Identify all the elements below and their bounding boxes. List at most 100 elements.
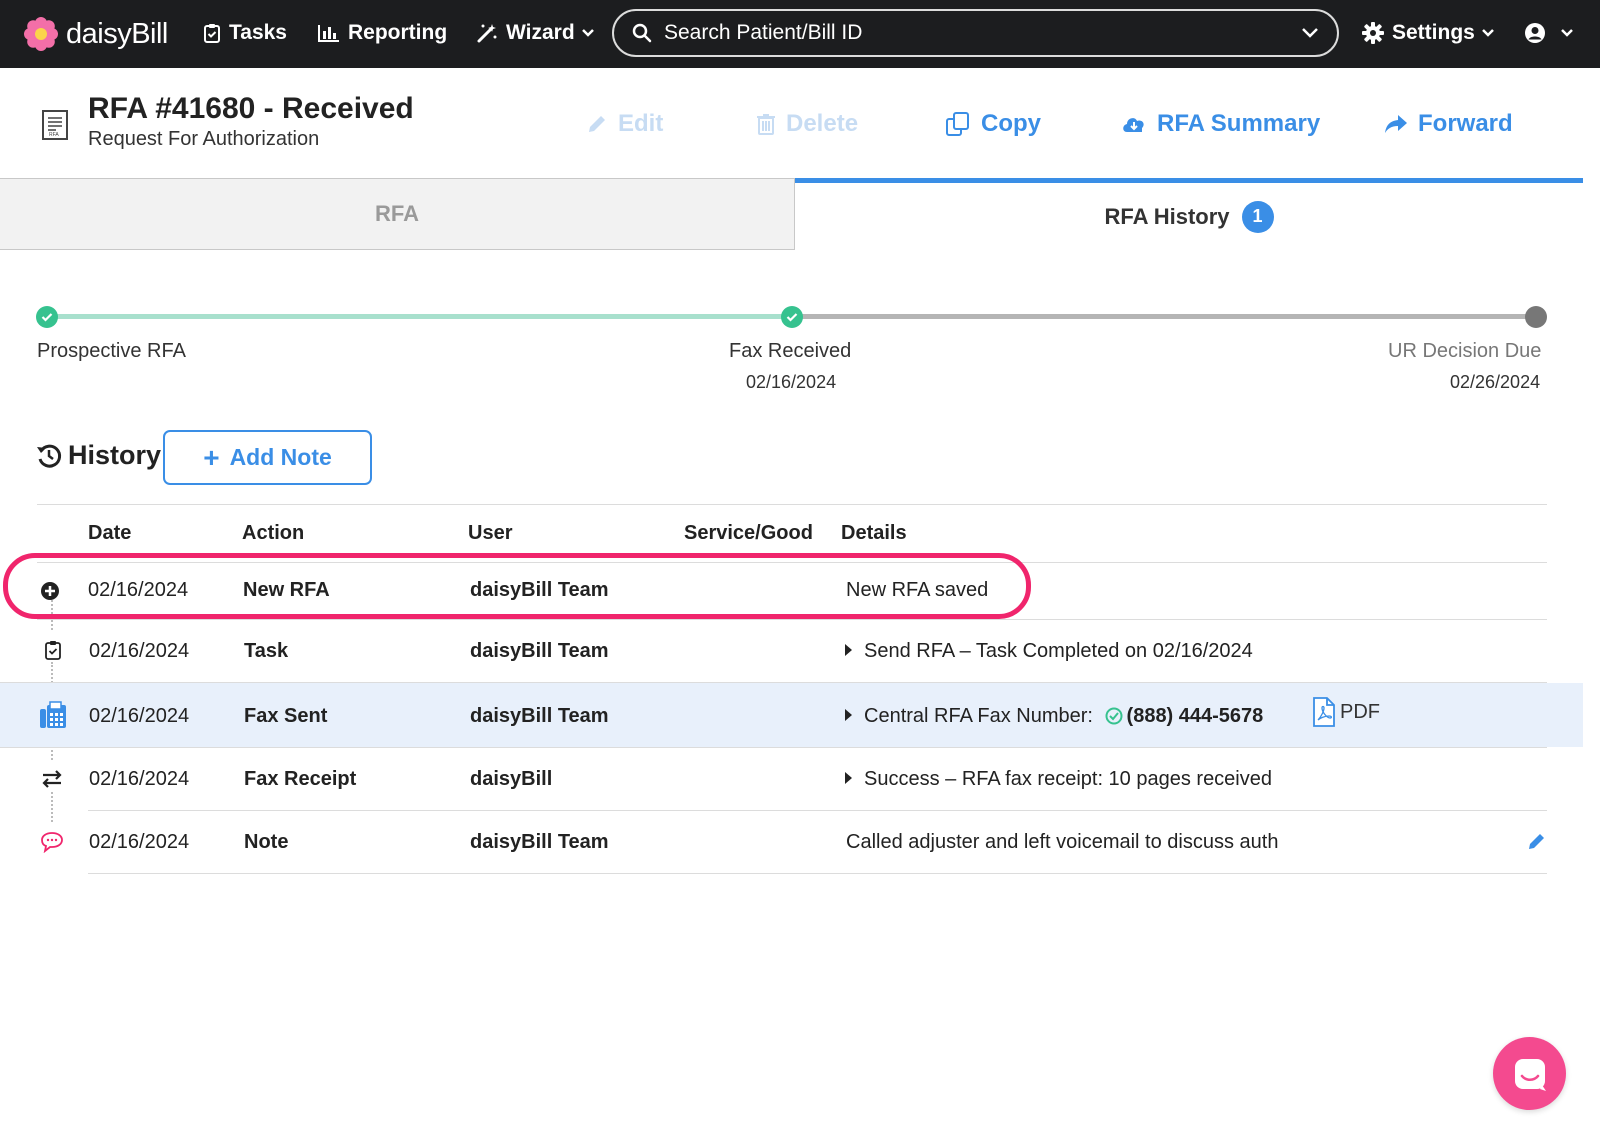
bar-chart-icon bbox=[318, 25, 339, 42]
forward-button[interactable]: Forward bbox=[1384, 108, 1513, 140]
checkmark-icon bbox=[41, 313, 53, 322]
nav-user-dropdown[interactable] bbox=[1524, 18, 1574, 48]
copy-button-label: Copy bbox=[981, 110, 1041, 137]
chevron-down-icon[interactable] bbox=[1301, 27, 1319, 39]
delete-button-label: Delete bbox=[786, 110, 859, 137]
cloud-download-icon bbox=[1123, 118, 1144, 132]
top-nav: daisyBill Tasks Reporting Wizard Search … bbox=[0, 0, 1600, 68]
table-row[interactable]: 02/16/2024 Fax Sent daisyBill Team Centr… bbox=[0, 683, 1583, 747]
tab-rfa[interactable]: RFA bbox=[0, 178, 795, 250]
row-details: Called adjuster and left voicemail to di… bbox=[846, 831, 1279, 853]
nav-tasks-label: Tasks bbox=[229, 21, 287, 44]
nav-reporting[interactable]: Reporting bbox=[318, 18, 447, 48]
timeline-step-complete bbox=[36, 306, 58, 328]
row-details: New RFA saved bbox=[846, 579, 989, 601]
row-details-expandable[interactable]: Success – RFA fax receipt: 10 pages rece… bbox=[845, 768, 1272, 791]
search-input[interactable] bbox=[664, 21, 1301, 45]
row-user: daisyBill Team bbox=[470, 831, 609, 853]
column-header-service-good: Service/Good bbox=[684, 522, 813, 544]
timeline-step-pending bbox=[1525, 306, 1547, 328]
timeline-date-ur-decision-due: 02/26/2024 bbox=[1450, 372, 1541, 392]
timeline-label-fax-received: Fax Received bbox=[729, 340, 852, 362]
timeline-progress-complete bbox=[47, 314, 792, 319]
pdf-file-icon bbox=[1313, 697, 1335, 727]
row-action: Note bbox=[244, 831, 289, 853]
row-details-label: Central RFA Fax Number: bbox=[864, 705, 1093, 727]
column-header-date: Date bbox=[88, 522, 132, 544]
pdf-attachment-link[interactable]: PDF bbox=[1312, 697, 1380, 727]
search-bar[interactable] bbox=[612, 9, 1339, 57]
nav-tasks[interactable]: Tasks bbox=[203, 18, 287, 48]
row-action: Fax Sent bbox=[244, 705, 328, 727]
row-date: 02/16/2024 bbox=[89, 768, 190, 790]
brand-name: daisyBill bbox=[66, 17, 168, 50]
copy-button[interactable]: Copy bbox=[945, 108, 1041, 140]
row-action: Fax Receipt bbox=[244, 768, 357, 790]
forward-button-label: Forward bbox=[1418, 110, 1513, 137]
tab-rfa-label: RFA bbox=[375, 201, 419, 226]
pencil-icon[interactable] bbox=[1527, 831, 1547, 851]
magic-wand-icon bbox=[477, 24, 497, 43]
check-circle-icon bbox=[1105, 707, 1123, 725]
exchange-arrows-icon bbox=[42, 770, 62, 788]
row-date: 02/16/2024 bbox=[89, 640, 190, 662]
timeline-label-prospective: Prospective RFA bbox=[37, 340, 186, 362]
row-user: daisyBill Team bbox=[470, 579, 609, 601]
column-header-details: Details bbox=[841, 522, 907, 544]
row-date: 02/16/2024 bbox=[89, 705, 190, 727]
timeline-step-complete bbox=[781, 306, 803, 328]
nav-wizard-dropdown[interactable]: Wizard bbox=[476, 18, 595, 48]
plus-icon: + bbox=[203, 441, 220, 473]
table-row[interactable]: 02/16/2024 Fax Receipt daisyBill Success… bbox=[0, 748, 1583, 810]
edit-button[interactable]: Edit bbox=[586, 108, 663, 140]
timeline-progress-pending bbox=[792, 314, 1536, 319]
add-note-button[interactable]: + Add Note bbox=[163, 430, 372, 485]
history-title: History bbox=[68, 440, 162, 470]
delete-button[interactable]: Delete bbox=[756, 108, 858, 140]
row-action: New RFA bbox=[243, 579, 330, 601]
rfa-summary-button-label: RFA Summary bbox=[1157, 110, 1321, 137]
speech-bubble-icon bbox=[41, 832, 63, 853]
pdf-label: PDF bbox=[1340, 700, 1380, 723]
row-details: Send RFA – Task Completed on 02/16/2024 bbox=[864, 640, 1253, 662]
divider bbox=[37, 504, 1547, 505]
add-note-label: Add Note bbox=[229, 444, 332, 470]
page-title: RFA #41680 - Received bbox=[88, 92, 414, 125]
table-row: 02/16/2024 New RFA daisyBill Team New RF… bbox=[0, 563, 1583, 619]
chevron-down-icon bbox=[1561, 29, 1573, 37]
edit-button-label: Edit bbox=[618, 110, 664, 137]
svg-text:RFA: RFA bbox=[49, 132, 59, 138]
gear-icon bbox=[1362, 22, 1384, 44]
brand-logo[interactable]: daisyBill bbox=[24, 14, 168, 54]
checkmark-icon bbox=[786, 313, 798, 322]
caret-right-icon bbox=[845, 772, 852, 784]
table-row[interactable]: 02/16/2024 Task daisyBill Team Send RFA … bbox=[0, 620, 1583, 682]
row-details-expandable[interactable]: Send RFA – Task Completed on 02/16/2024 bbox=[845, 640, 1253, 663]
user-avatar-icon bbox=[1525, 23, 1545, 43]
history-clock-icon bbox=[37, 444, 62, 468]
timeline-label-ur-decision-due: UR Decision Due bbox=[1388, 340, 1542, 362]
nav-settings-label: Settings bbox=[1392, 21, 1475, 44]
document-icon: RFA bbox=[42, 110, 68, 140]
row-date: 02/16/2024 bbox=[88, 579, 189, 601]
history-count-badge: 1 bbox=[1241, 200, 1274, 233]
copy-icon bbox=[946, 112, 969, 136]
search-icon bbox=[632, 23, 652, 43]
plus-circle-icon bbox=[41, 582, 59, 600]
row-user: daisyBill Team bbox=[470, 640, 609, 662]
chevron-down-icon bbox=[581, 29, 594, 37]
chevron-down-icon bbox=[1481, 29, 1494, 37]
row-details-expandable[interactable]: Central RFA Fax Number: (888) 444-5678 bbox=[845, 705, 1263, 728]
tab-rfa-history-label: RFA History bbox=[1104, 203, 1230, 229]
caret-right-icon bbox=[845, 644, 852, 656]
column-header-user: User bbox=[468, 522, 513, 544]
row-action: Task bbox=[244, 640, 289, 662]
row-user: daisyBill Team bbox=[470, 705, 609, 727]
daisy-flower-icon bbox=[24, 17, 58, 51]
nav-reporting-label: Reporting bbox=[348, 21, 448, 44]
chat-icon bbox=[1514, 1058, 1546, 1091]
tab-rfa-history[interactable]: RFA History 1 bbox=[795, 178, 1583, 250]
chat-launcher-button[interactable] bbox=[1493, 1037, 1566, 1110]
rfa-summary-button[interactable]: RFA Summary bbox=[1121, 108, 1320, 140]
nav-settings-dropdown[interactable]: Settings bbox=[1362, 18, 1495, 48]
